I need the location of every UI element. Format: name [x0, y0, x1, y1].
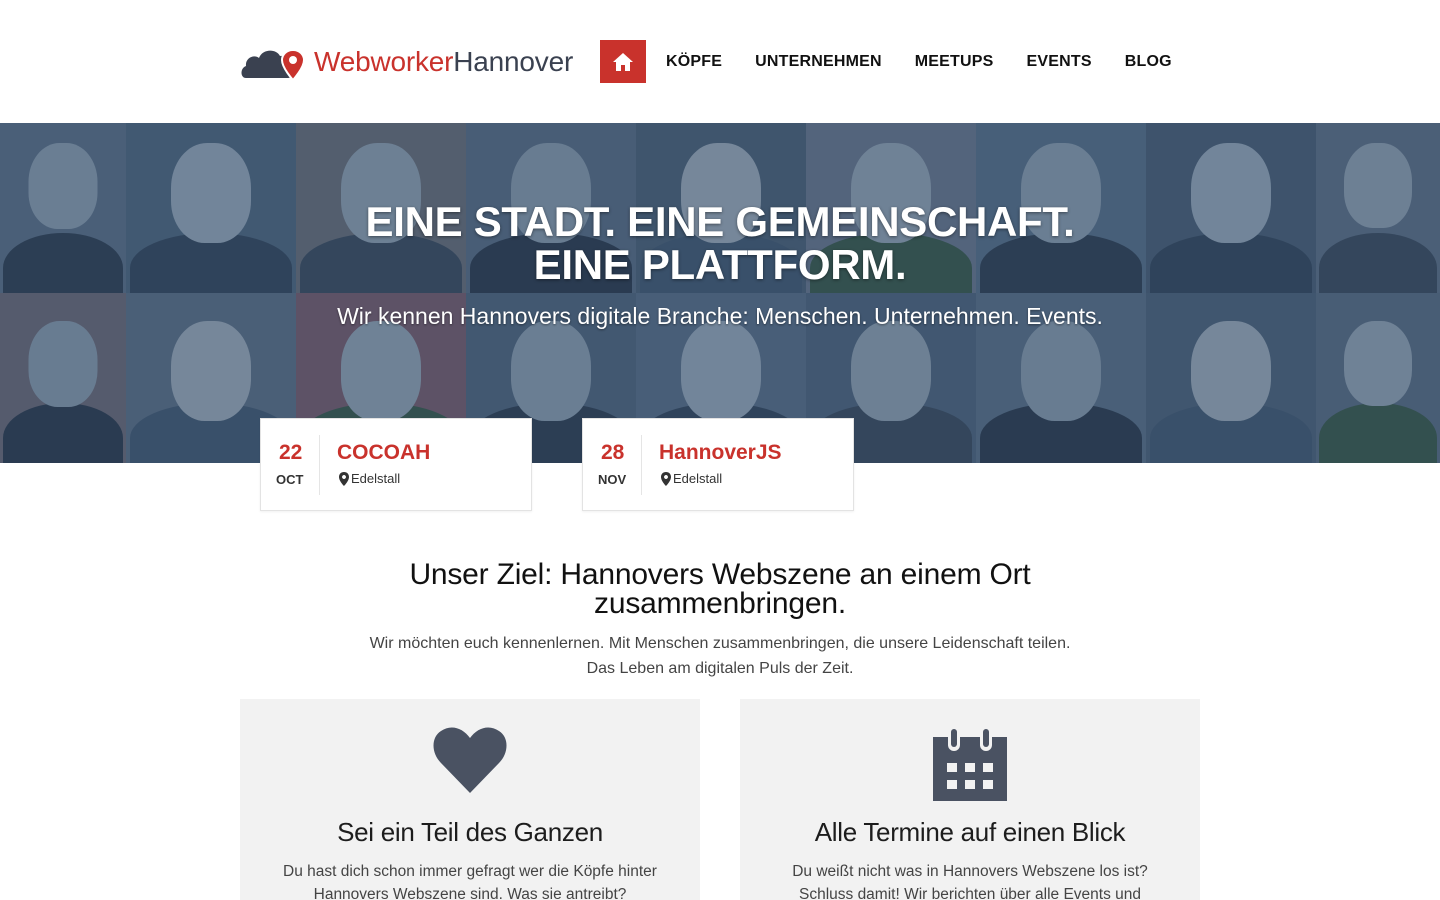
- logo-wordmark-part-b: Hannover: [453, 46, 574, 77]
- feature-text-line-2: Schluss damit! Wir berichten über alle E…: [798, 886, 1142, 900]
- hero-title-line-2: EINE PLATTFORM.: [533, 241, 907, 288]
- intro-text-line-1: Wir möchten euch kennenlernen. Mit Mensc…: [369, 635, 1071, 652]
- intro-heading: Unser Ziel: Hannovers Webszene an einem …: [0, 558, 1440, 620]
- event-name[interactable]: HannoverJS: [659, 441, 782, 465]
- map-pin-icon: [339, 471, 349, 486]
- hero-title-line-1: EINE STADT. EINE GEMEINSCHAFT.: [365, 198, 1075, 245]
- map-pin-icon: [661, 471, 671, 486]
- event-month: NOV: [598, 472, 627, 487]
- event-location-label: Edelstall: [673, 471, 723, 486]
- nav-item-unternehmen[interactable]: UNTERNEHMEN: [755, 53, 882, 71]
- event-location-label: Edelstall: [351, 471, 401, 486]
- nav-home-button[interactable]: [600, 40, 646, 83]
- intro-text-line-2: Das Leben am digitalen Puls der Zeit.: [586, 660, 854, 677]
- site-logo[interactable]: WebworkerHannover: [240, 38, 573, 86]
- event-divider: [641, 435, 642, 495]
- home-icon: [613, 52, 633, 71]
- intro-heading-line-1: Unser Ziel: Hannovers Webszene an einem …: [409, 558, 1031, 591]
- nav-item-events[interactable]: EVENTS: [1027, 53, 1092, 71]
- event-divider: [319, 435, 320, 495]
- logo-wordmark-part-a: Webworker: [314, 46, 454, 77]
- feature-text: Du weißt nicht was in Hannovers Webszene…: [760, 860, 1180, 900]
- event-location: Edelstall: [661, 471, 722, 486]
- event-day: 22: [279, 441, 303, 464]
- feature-title: Alle Termine auf einen Blick: [814, 817, 1126, 847]
- logo-wordmark: WebworkerHannover: [314, 46, 573, 78]
- feature-card-calendar: Alle Termine auf einen Blick Du weißt ni…: [740, 699, 1200, 900]
- site-header: WebworkerHannover KÖPFE UNTERNEHMEN MEET…: [0, 0, 1440, 123]
- intro-heading-line-2: zusammenbringen.: [594, 587, 846, 620]
- cloud-pin-logo-icon: [240, 38, 310, 86]
- hero-title: EINE STADT. EINE GEMEINSCHAFT. EINE PLAT…: [0, 200, 1440, 286]
- hero-banner: EINE STADT. EINE GEMEINSCHAFT. EINE PLAT…: [0, 123, 1440, 463]
- calendar-icon: [933, 727, 1007, 806]
- feature-text: Du hast dich schon immer gefragt wer die…: [260, 860, 680, 900]
- feature-title: Sei ein Teil des Ganzen: [337, 817, 603, 847]
- main-nav: KÖPFE UNTERNEHMEN MEETUPS EVENTS BLOG: [600, 40, 1188, 83]
- nav-item-koepfe[interactable]: KÖPFE: [666, 53, 722, 71]
- intro-text: Wir möchten euch kennenlernen. Mit Mensc…: [0, 631, 1440, 681]
- event-card[interactable]: 22 OCT COCOAH Edelstall: [260, 418, 532, 511]
- nav-item-blog[interactable]: BLOG: [1125, 53, 1172, 71]
- feature-card-community: Sei ein Teil des Ganzen Du hast dich sch…: [240, 699, 700, 900]
- feature-text-line-2: Hannovers Webszene sind. Was sie antreib…: [313, 886, 627, 900]
- nav-item-meetups[interactable]: MEETUPS: [915, 53, 994, 71]
- hero-subtitle: Wir kennen Hannovers digitale Branche: M…: [337, 303, 1103, 329]
- event-location: Edelstall: [339, 471, 400, 486]
- heart-icon: [433, 727, 507, 798]
- feature-text-line-1: Du weißt nicht was in Hannovers Webszene…: [792, 863, 1148, 880]
- event-day: 28: [601, 441, 625, 464]
- feature-text-line-1: Du hast dich schon immer gefragt wer die…: [283, 863, 657, 880]
- event-name[interactable]: COCOAH: [337, 441, 430, 465]
- event-month: OCT: [276, 472, 304, 487]
- event-card[interactable]: 28 NOV HannoverJS Edelstall: [582, 418, 854, 511]
- hero-tint-overlay: [0, 123, 1440, 463]
